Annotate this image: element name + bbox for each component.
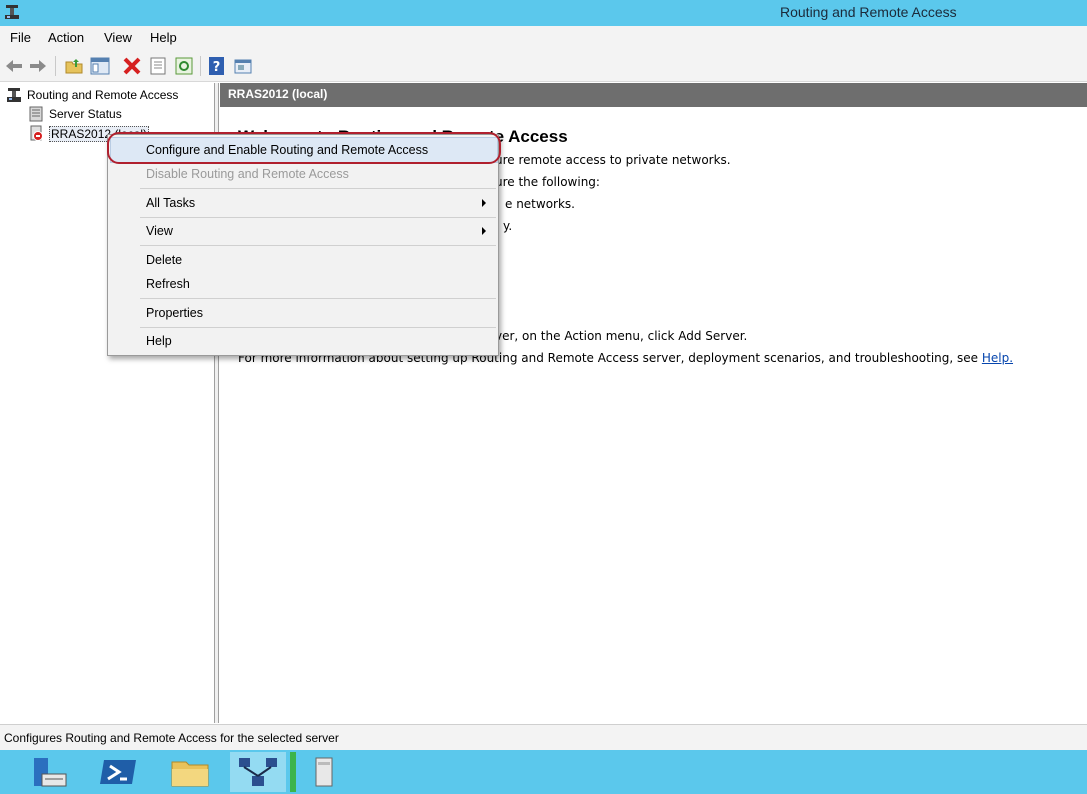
menu-separator xyxy=(140,327,496,328)
toolbar-separator xyxy=(200,56,201,76)
menu-bar: File Action View Help xyxy=(0,26,1087,50)
toolbar: ? xyxy=(0,50,1087,82)
back-icon[interactable] xyxy=(4,56,24,76)
menu-separator xyxy=(140,298,496,299)
menu-item-delete[interactable]: Delete xyxy=(146,253,182,267)
toolbar-separator xyxy=(55,56,56,76)
server-manager-icon xyxy=(34,758,67,787)
welcome-line: ure remote access to private networks. xyxy=(495,153,731,167)
taskbar-rras[interactable] xyxy=(230,752,286,792)
taskbar-active-indicator xyxy=(290,752,296,792)
submenu-arrow-icon xyxy=(482,227,486,235)
rras-icon[interactable] xyxy=(4,4,20,21)
forward-icon[interactable] xyxy=(28,56,48,76)
help-link[interactable]: Help. xyxy=(982,351,1013,365)
file-explorer-icon xyxy=(171,761,209,787)
welcome-line: y. xyxy=(503,219,513,233)
svg-text:?: ? xyxy=(213,60,221,75)
welcome-line: e networks. xyxy=(505,197,575,211)
menu-separator xyxy=(140,188,496,189)
menu-item-view[interactable]: View xyxy=(146,224,173,238)
rras-network-icon xyxy=(239,758,277,786)
menu-separator xyxy=(140,217,496,218)
tree-item-label: Server Status xyxy=(49,107,122,121)
server-stopped-icon xyxy=(30,125,43,141)
powershell-icon xyxy=(100,760,136,784)
menu-view[interactable]: View xyxy=(104,30,132,45)
welcome-line: ure the following: xyxy=(495,175,600,189)
window-title: Routing and Remote Access xyxy=(780,4,957,20)
submenu-arrow-icon xyxy=(482,199,486,207)
taskbar-powershell[interactable] xyxy=(92,752,148,792)
title-bar: Routing and Remote Access xyxy=(0,0,1087,26)
menu-item-help[interactable]: Help xyxy=(146,334,172,348)
menu-item-properties[interactable]: Properties xyxy=(146,306,203,320)
show-hide-tree-icon[interactable] xyxy=(90,56,110,76)
taskbar-file-explorer[interactable] xyxy=(162,752,218,792)
status-text: Configures Routing and Remote Access for… xyxy=(4,731,339,745)
content-header: RRAS2012 (local) xyxy=(220,83,1087,107)
taskbar-server-storage[interactable] xyxy=(298,752,354,792)
content-header-title: RRAS2012 (local) xyxy=(228,87,328,101)
menu-item-disable: Disable Routing and Remote Access xyxy=(146,167,349,181)
rras-icon xyxy=(7,88,21,102)
taskbar-server-manager[interactable] xyxy=(22,752,78,792)
highlight-ring-annotation xyxy=(107,132,501,164)
server-storage-icon xyxy=(315,757,333,787)
help-icon[interactable]: ? xyxy=(207,56,227,76)
up-folder-icon[interactable] xyxy=(64,56,84,76)
menu-help[interactable]: Help xyxy=(150,30,177,45)
menu-item-refresh[interactable]: Refresh xyxy=(146,277,190,291)
taskbar xyxy=(0,750,1087,794)
console-icon[interactable] xyxy=(233,56,253,76)
menu-file[interactable]: File xyxy=(10,30,31,45)
delete-icon[interactable] xyxy=(122,56,142,76)
menu-action[interactable]: Action xyxy=(48,30,84,45)
refresh-icon[interactable] xyxy=(174,56,194,76)
properties-icon[interactable] xyxy=(148,56,168,76)
tree-root-label: Routing and Remote Access xyxy=(27,88,179,102)
server-status-icon xyxy=(29,106,43,122)
welcome-line: ver, on the Action menu, click Add Serve… xyxy=(495,329,748,343)
context-menu: Configure and Enable Routing and Remote … xyxy=(107,134,499,356)
status-bar: Configures Routing and Remote Access for… xyxy=(0,724,1087,750)
menu-separator xyxy=(140,245,496,246)
menu-item-all-tasks[interactable]: All Tasks xyxy=(146,196,195,210)
